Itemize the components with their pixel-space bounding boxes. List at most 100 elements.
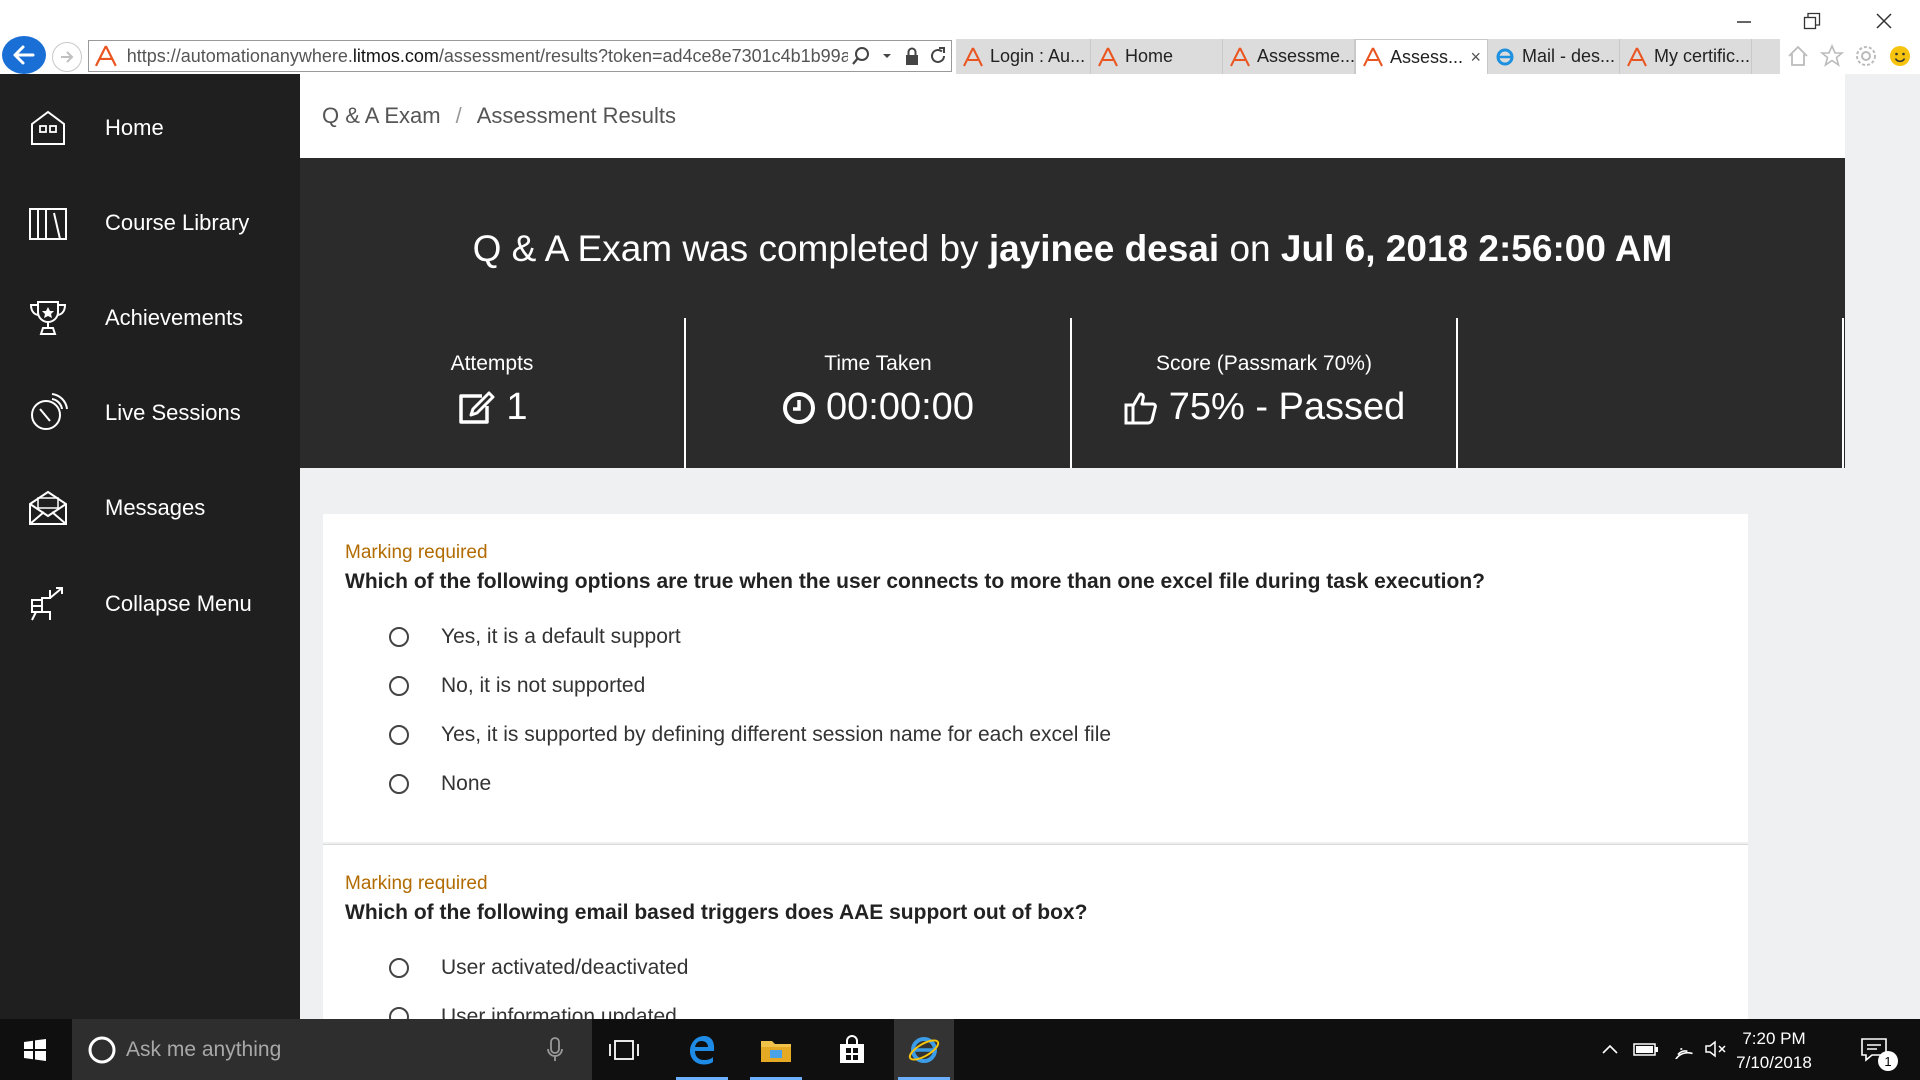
taskbar-store[interactable] — [822, 1019, 882, 1080]
taskbar-file-explorer[interactable] — [746, 1019, 806, 1080]
trophy-icon — [29, 301, 67, 335]
sidebar-item-label: Messages — [105, 495, 206, 520]
page-gutter — [1845, 74, 1920, 1019]
sidebar-item-home[interactable]: Home — [0, 88, 300, 168]
home-icon — [31, 110, 65, 145]
library-icon — [29, 208, 67, 240]
radio-button[interactable] — [389, 724, 409, 745]
sidebar-item-label: Live Sessions — [105, 400, 241, 425]
marking-required-tag: Marking required — [345, 873, 488, 894]
cortana-search-box[interactable]: Ask me anything — [72, 1019, 592, 1080]
back-button[interactable] — [2, 36, 46, 74]
completed-by-text: was completed by — [672, 228, 989, 269]
address-bar[interactable]: https://automationanywhere.litmos.com/as… — [88, 40, 952, 72]
new-tab-button[interactable] — [1752, 39, 1780, 74]
sidebar-item-course-library[interactable]: Course Library — [0, 183, 300, 263]
tab-assessment-active[interactable]: Assess... × — [1355, 39, 1488, 74]
close-window-button[interactable] — [1864, 8, 1904, 34]
sidebar-item-label: Home — [105, 115, 164, 140]
edge-icon — [690, 1035, 715, 1064]
action-center-icon[interactable]: 1 — [1854, 1035, 1898, 1071]
time-taken-stat: Time Taken 00:00:00 — [686, 318, 1072, 468]
battery-icon[interactable] — [1632, 1035, 1660, 1063]
radio-button[interactable] — [389, 675, 409, 696]
arrow-left-icon — [13, 45, 35, 65]
clock-time: 7:20 PM — [1742, 1029, 1806, 1048]
answer-option[interactable]: Yes, it is a default support — [345, 612, 1726, 661]
tab-label: Assess... — [1390, 46, 1464, 67]
tab-mail[interactable]: Mail - des... — [1488, 39, 1620, 74]
tab-label: My certific... — [1654, 46, 1751, 66]
answer-option[interactable]: User information updated — [345, 992, 1726, 1019]
show-hidden-icons-chevron-icon[interactable] — [1596, 1035, 1624, 1063]
browser-chrome: https://automationanywhere.litmos.com/as… — [0, 0, 1920, 74]
tab-label: Mail - des... — [1522, 46, 1616, 66]
smiley-feedback-icon[interactable] — [1886, 42, 1914, 70]
wifi-icon[interactable] — [1668, 1035, 1696, 1063]
folder-icon — [761, 1040, 791, 1062]
microphone-icon[interactable] — [546, 1036, 564, 1063]
litmos-icon — [94, 45, 117, 67]
search-icon[interactable] — [848, 43, 874, 69]
litmos-icon — [1363, 47, 1383, 67]
settings-gear-icon[interactable] — [1852, 42, 1880, 70]
sidebar-item-label: Achievements — [105, 305, 244, 330]
arrow-right-icon — [61, 51, 74, 63]
favorites-star-icon[interactable] — [1818, 42, 1846, 70]
tab-label: Login : Au... — [990, 46, 1086, 66]
notification-count-badge: 1 — [1878, 1051, 1898, 1071]
option-label: User activated/deactivated — [441, 955, 689, 979]
task-view-button[interactable] — [594, 1019, 654, 1080]
radio-button[interactable] — [389, 773, 409, 794]
time-taken-label: Time Taken — [824, 352, 932, 375]
question-text: Which of the following options are true … — [345, 570, 1485, 593]
completion-date: Jul 6, 2018 2:56:00 AM — [1280, 228, 1673, 269]
forward-button[interactable] — [52, 42, 82, 72]
task-view-icon — [609, 1039, 639, 1060]
restore-button[interactable] — [1792, 8, 1832, 34]
tab-close-icon[interactable]: × — [1464, 47, 1481, 68]
breadcrumb-parent-link[interactable]: Q & A Exam — [322, 103, 441, 129]
attempts-stat: Attempts 1 — [300, 318, 686, 468]
system-clock[interactable]: 7:20 PM 7/10/2018 — [1724, 1027, 1824, 1075]
url-text[interactable]: https://automationanywhere.litmos.com/as… — [127, 46, 848, 67]
answer-option[interactable]: User activated/deactivated — [345, 943, 1726, 992]
answer-option[interactable]: Yes, it is supported by defining differe… — [345, 710, 1726, 759]
attempts-label: Attempts — [450, 352, 534, 375]
answer-option[interactable]: No, it is not supported — [345, 661, 1726, 710]
ie-icon — [1496, 48, 1514, 65]
answer-option[interactable]: None — [345, 759, 1726, 808]
start-button[interactable] — [0, 1019, 70, 1080]
minimize-button[interactable] — [1724, 8, 1764, 34]
tab-home[interactable]: Home — [1091, 39, 1223, 74]
option-label: User information updated — [441, 1004, 677, 1020]
sidebar-item-collapse-menu[interactable]: Collapse Menu — [0, 564, 300, 644]
taskbar-internet-explorer[interactable] — [894, 1019, 954, 1080]
tab-certificates[interactable]: My certific... — [1620, 39, 1752, 74]
chevron-down-icon[interactable] — [874, 43, 900, 69]
search-placeholder: Ask me anything — [126, 1037, 282, 1061]
sidebar-item-live-sessions[interactable]: Live Sessions — [0, 373, 300, 453]
tab-label: Assessme... — [1257, 46, 1355, 66]
home-icon[interactable] — [1784, 42, 1812, 70]
refresh-icon[interactable] — [925, 43, 951, 69]
tab-assessment[interactable]: Assessme... — [1223, 39, 1355, 74]
sidebar: Home Course Library Achievements Live Se… — [0, 74, 300, 1019]
clock-date: 7/10/2018 — [1736, 1053, 1812, 1072]
option-label: Yes, it is a default support — [441, 624, 681, 648]
sidebar-item-achievements[interactable]: Achievements — [0, 278, 300, 358]
edit-icon — [459, 391, 495, 424]
radio-button[interactable] — [389, 957, 409, 978]
tab-login[interactable]: Login : Au... — [956, 39, 1091, 74]
taskbar-edge[interactable] — [672, 1019, 732, 1080]
question-text: Which of the following email based trigg… — [345, 901, 1088, 924]
empty-stat — [1458, 318, 1844, 468]
sidebar-item-messages[interactable]: Messages — [0, 468, 300, 548]
radio-button[interactable] — [389, 626, 409, 647]
question-card: Marking required Which of the following … — [323, 844, 1748, 1019]
lock-icon[interactable] — [899, 43, 925, 69]
radio-button[interactable] — [389, 1006, 409, 1019]
breadcrumb: Q & A Exam / Assessment Results — [300, 74, 1845, 158]
tab-strip: Login : Au... Home Assessme... Assess...… — [956, 39, 1780, 74]
litmos-icon — [1098, 47, 1118, 66]
